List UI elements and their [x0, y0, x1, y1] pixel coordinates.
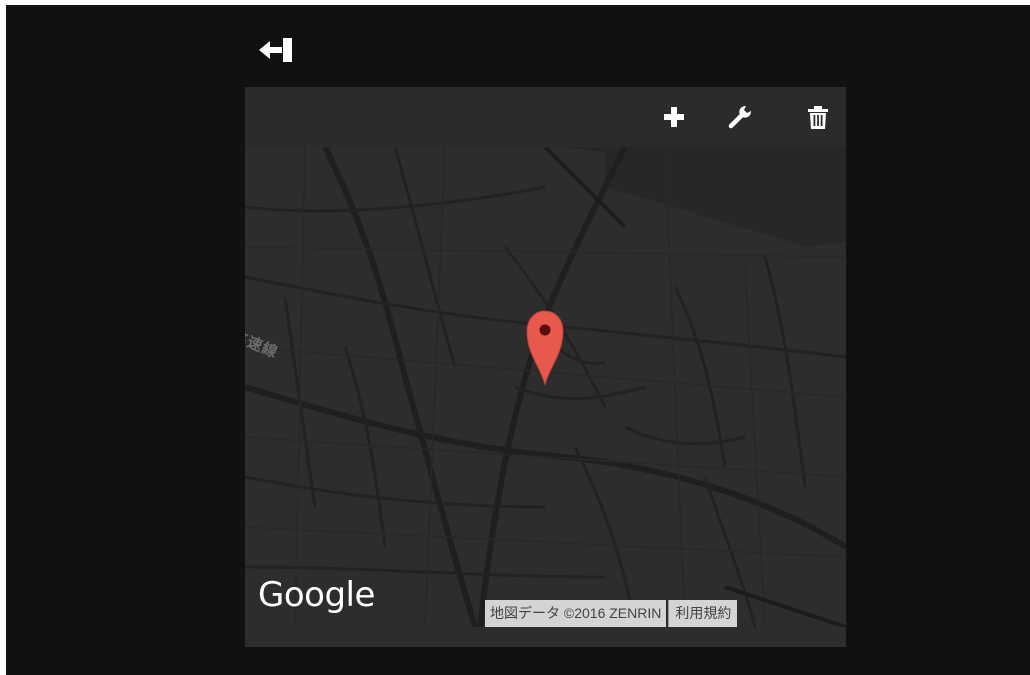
settings-button[interactable]	[727, 104, 753, 130]
app-background: 高速線 Google 地図データ ©2016 ZENRIN 利用規約	[6, 5, 1030, 675]
street-map	[245, 147, 846, 627]
google-logo[interactable]: Google	[258, 578, 375, 612]
plus-icon	[664, 107, 684, 127]
collapse-left-icon	[259, 38, 292, 62]
location-marker[interactable]	[523, 307, 567, 387]
map-widget: 高速線 Google 地図データ ©2016 ZENRIN 利用規約	[245, 87, 846, 647]
map-view[interactable]: 高速線 Google 地図データ ©2016 ZENRIN 利用規約	[245, 147, 846, 627]
collapse-left-button[interactable]	[257, 35, 297, 67]
map-pin-icon	[526, 310, 564, 386]
terms-of-use-link[interactable]: 利用規約	[668, 600, 738, 627]
widget-toolbar	[245, 87, 846, 147]
widget-footer	[245, 627, 846, 647]
trash-icon	[808, 106, 828, 129]
map-data-copyright: 地図データ ©2016 ZENRIN	[485, 600, 667, 627]
map-attribution: 地図データ ©2016 ZENRIN 利用規約	[485, 600, 738, 627]
add-button[interactable]	[661, 104, 687, 130]
delete-button[interactable]	[805, 104, 831, 130]
wrench-icon	[728, 106, 751, 129]
